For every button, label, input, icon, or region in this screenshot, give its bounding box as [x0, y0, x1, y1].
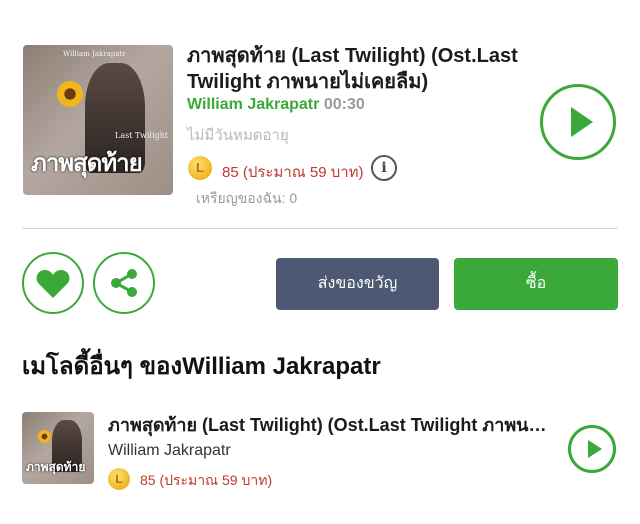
cover-artist-text: William Jakrapatr [63, 50, 126, 58]
divider [22, 228, 618, 229]
list-item-cover-text: ภาพสุดท้าย [26, 460, 86, 474]
play-icon [571, 107, 593, 137]
list-item[interactable]: ภาพสุดท้าย ภาพสุดท้าย (Last Twilight) (O… [22, 404, 618, 492]
list-item-title: ภาพสุดท้าย (Last Twilight) (Ost.Last Twi… [108, 415, 548, 435]
cover-big-text: ภาพสุดท้าย [31, 149, 143, 177]
info-icon[interactable]: i [371, 155, 397, 181]
heart-icon [36, 270, 70, 298]
album-cover: William Jakrapatr Last Twilight ภาพสุดท้… [23, 45, 173, 195]
cover-subtitle-text: Last Twilight [115, 131, 169, 140]
section-title: เมโลดี้อื่นๆ ของWilliam Jakrapatr [22, 353, 381, 380]
share-icon [111, 269, 137, 297]
coin-icon: L [108, 468, 130, 490]
coin-icon: L [188, 156, 212, 180]
list-item-play-button[interactable] [568, 425, 616, 473]
artist-duration-line: William Jakrapatr 00:30 [187, 96, 365, 114]
share-button[interactable] [93, 252, 155, 314]
song-title: ภาพสุดท้าย (Last Twilight) (Ost.Last Twi… [187, 45, 518, 93]
list-item-price: 85 (ประมาณ 59 บาท) [140, 472, 273, 488]
favorite-button[interactable] [22, 252, 84, 314]
price-text: 85 (ประมาณ 59 บาท) [222, 164, 364, 181]
artist-link[interactable]: William Jakrapatr [187, 96, 319, 113]
sunflower-image [57, 81, 83, 107]
buy-button[interactable]: ซื้อ [454, 258, 618, 310]
my-coins-text: เหรียญของฉัน: 0 [196, 190, 298, 206]
play-button[interactable] [540, 84, 616, 160]
send-gift-button[interactable]: ส่งของขวัญ [276, 258, 439, 310]
validity-text: ไม่มีวันหมดอายุ [187, 127, 289, 144]
list-item-cover: ภาพสุดท้าย [22, 412, 94, 484]
play-icon [588, 440, 602, 458]
duration: 00:30 [323, 96, 365, 113]
list-item-artist: William Jakrapatr [108, 442, 231, 459]
